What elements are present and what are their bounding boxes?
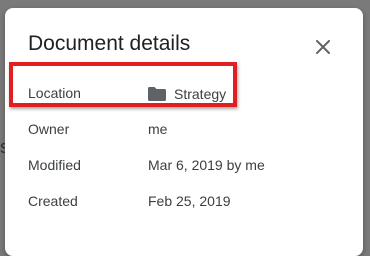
detail-row-owner: Owner me	[5, 118, 363, 142]
dialog-title: Document details	[28, 32, 191, 55]
owner-label: Owner	[28, 121, 70, 137]
modified-label: Modified	[28, 157, 81, 173]
close-icon	[316, 40, 330, 54]
modified-value: Mar 6, 2019 by me	[148, 157, 265, 173]
created-label: Created	[28, 193, 78, 209]
location-highlight-box	[9, 62, 237, 107]
detail-row-modified: Modified Mar 6, 2019 by me	[5, 154, 363, 178]
created-value: Feb 25, 2019	[148, 193, 231, 209]
owner-value: me	[148, 121, 168, 137]
detail-row-created: Created Feb 25, 2019	[5, 190, 363, 214]
document-details-dialog: Document details Location Strategy Owner…	[5, 8, 363, 256]
close-button[interactable]	[310, 34, 336, 60]
